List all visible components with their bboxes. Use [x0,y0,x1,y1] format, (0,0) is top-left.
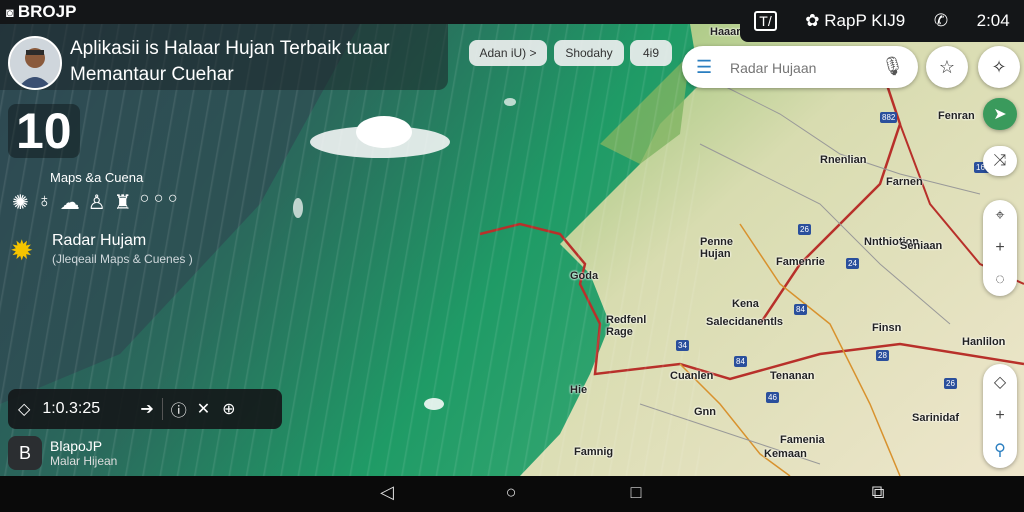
home-icon[interactable]: ○ [499,482,523,503]
settings-icon[interactable]: ✿ [805,11,819,30]
dots-icon[interactable]: ○ ○ ○ [140,190,178,215]
back-icon[interactable]: ◁ [375,482,399,503]
app-subtitle: Malar Hijean [50,454,118,468]
search-bar[interactable]: ☰ 🎙︎ [682,46,918,88]
rain-drop-icon[interactable]: ♁ [37,190,52,215]
city-label: Gnn [694,406,716,418]
city-label: Rnenlian [820,154,867,166]
road-shield: 84 [734,356,747,367]
road-shield: 26 [944,378,957,389]
weather-icon-row: ✺ ♁ ☁ ♙ ♜ ○ ○ ○ [12,190,178,215]
city-label: Haaar [710,26,741,38]
radar-title: Radar Hujam [52,232,147,249]
rain-value-display: 10 [8,104,80,158]
grid-icon[interactable]: ⊕ [222,399,235,419]
road-shield: 84 [794,304,807,315]
search-input[interactable] [728,56,882,80]
maps-label: Maps &a Cuena [50,170,144,185]
city-label: Salecidanentls [706,316,784,328]
status-time: 2:04 [976,11,1010,30]
menu-icon[interactable]: ☰ [696,57,712,78]
avatar[interactable] [8,36,62,90]
system-nav-bar: ◁ ○ □ ⧉ [0,476,1024,512]
city-label: Famenrie [776,256,825,268]
radar-subtitle: (Jleqeail Maps & Cuenes ) [52,252,193,266]
road-shield: 26 [798,224,811,235]
compass-icon[interactable]: ◇ [994,372,1006,392]
image-icon[interactable]: T/ [754,11,777,31]
divider [161,398,163,420]
city-label: Kena [732,298,759,310]
screenshot-icon[interactable]: ⧉ [866,482,890,503]
road-shield: 28 [876,350,889,361]
filter-chip-3[interactable]: 4i9 [630,40,672,66]
city-label: Famenia [780,434,825,446]
wind-icon[interactable]: ✺ [12,190,29,215]
search-icon[interactable]: ⚲ [994,440,1006,460]
city-label: Tenanan [770,370,815,382]
person-icon[interactable]: ♙ [88,190,106,215]
route-button[interactable]: ⤨ [983,146,1017,176]
city-label: Seniaan [900,240,943,252]
filter-chip-1[interactable]: Adan iU) > [469,40,547,66]
zoom-controls-bottom[interactable]: ◇ + ⚲ [983,364,1017,468]
star-icon: ☆ [938,56,956,77]
forward-arrow-icon[interactable]: ➔ [140,399,153,419]
status-right-panel: T/ ✿ RapP KIJ9 ✆ 2:04 [740,0,1024,42]
zoom-controls-top[interactable]: ⌖ + ◌ [983,200,1017,296]
city-label: Hanlilon [962,336,1006,348]
city-label: Cuanlen [670,370,714,382]
city-label: Hie [570,384,588,396]
navigate-button[interactable]: ➤ [983,98,1017,130]
diamond-icon[interactable]: ◇ [18,399,30,419]
city-label: Famnig [574,446,614,458]
thermometer-icon[interactable]: ♜ [114,190,132,215]
close-icon[interactable]: ✕ [197,399,210,419]
cloud-icon[interactable]: ☁ [60,190,80,215]
city-label: Penne Hujan [700,236,734,260]
info-icon[interactable]: ⓘ [171,397,187,421]
navigation-icon: ➤ [993,106,1007,123]
city-label: Fenran [938,110,975,122]
pin-icon[interactable]: ⌖ [995,207,1004,225]
city-label: Finsn [872,322,902,334]
sparkle-icon: ✧ [991,56,1007,77]
city-label: Kemaan [764,448,807,460]
radar-playback-bar: ◇ 1:0.3:25 ➔ ⓘ ✕ ⊕ [8,389,282,429]
city-label: Sarinidaf [912,412,960,424]
app-name: BlapoJP [50,438,103,454]
chat-icon[interactable]: ◌ [995,271,1005,289]
road-shield: 34 [676,340,689,351]
city-label: Goda [570,270,599,282]
city-label: Redfenl Rage [606,314,647,338]
route-icon: ⤨ [993,152,1007,169]
favorite-button[interactable]: ☆ [926,46,968,88]
app-logo-icon: ◙ [6,4,14,20]
road-shield: 24 [846,258,859,269]
zoom-in-icon[interactable]: + [995,407,1004,425]
microphone-icon[interactable]: 🎙︎ [881,56,904,77]
page-title: Aplikasii is Halaar Hujan Terbaik tuaar … [70,38,390,85]
playback-time: 1:0.3:25 [42,400,101,417]
status-app-badge: BROJP [17,2,77,21]
zoom-in-icon[interactable]: + [995,239,1004,257]
city-label: Farnen [886,176,923,188]
layers-button[interactable]: ✧ [978,46,1020,88]
road-shield: 46 [766,392,779,403]
phone-icon[interactable]: ✆ [934,11,948,31]
status-right-label: RapP KIJ9 [824,11,906,30]
sun-icon: ✹ [10,235,34,266]
recents-icon[interactable]: □ [624,482,648,503]
app-card[interactable]: B BlapoJP Malar Hijean [8,432,448,474]
filter-chip-2[interactable]: Shodahy [554,40,624,66]
road-shield: 882 [880,112,898,123]
app-logo-icon: B [8,436,42,470]
